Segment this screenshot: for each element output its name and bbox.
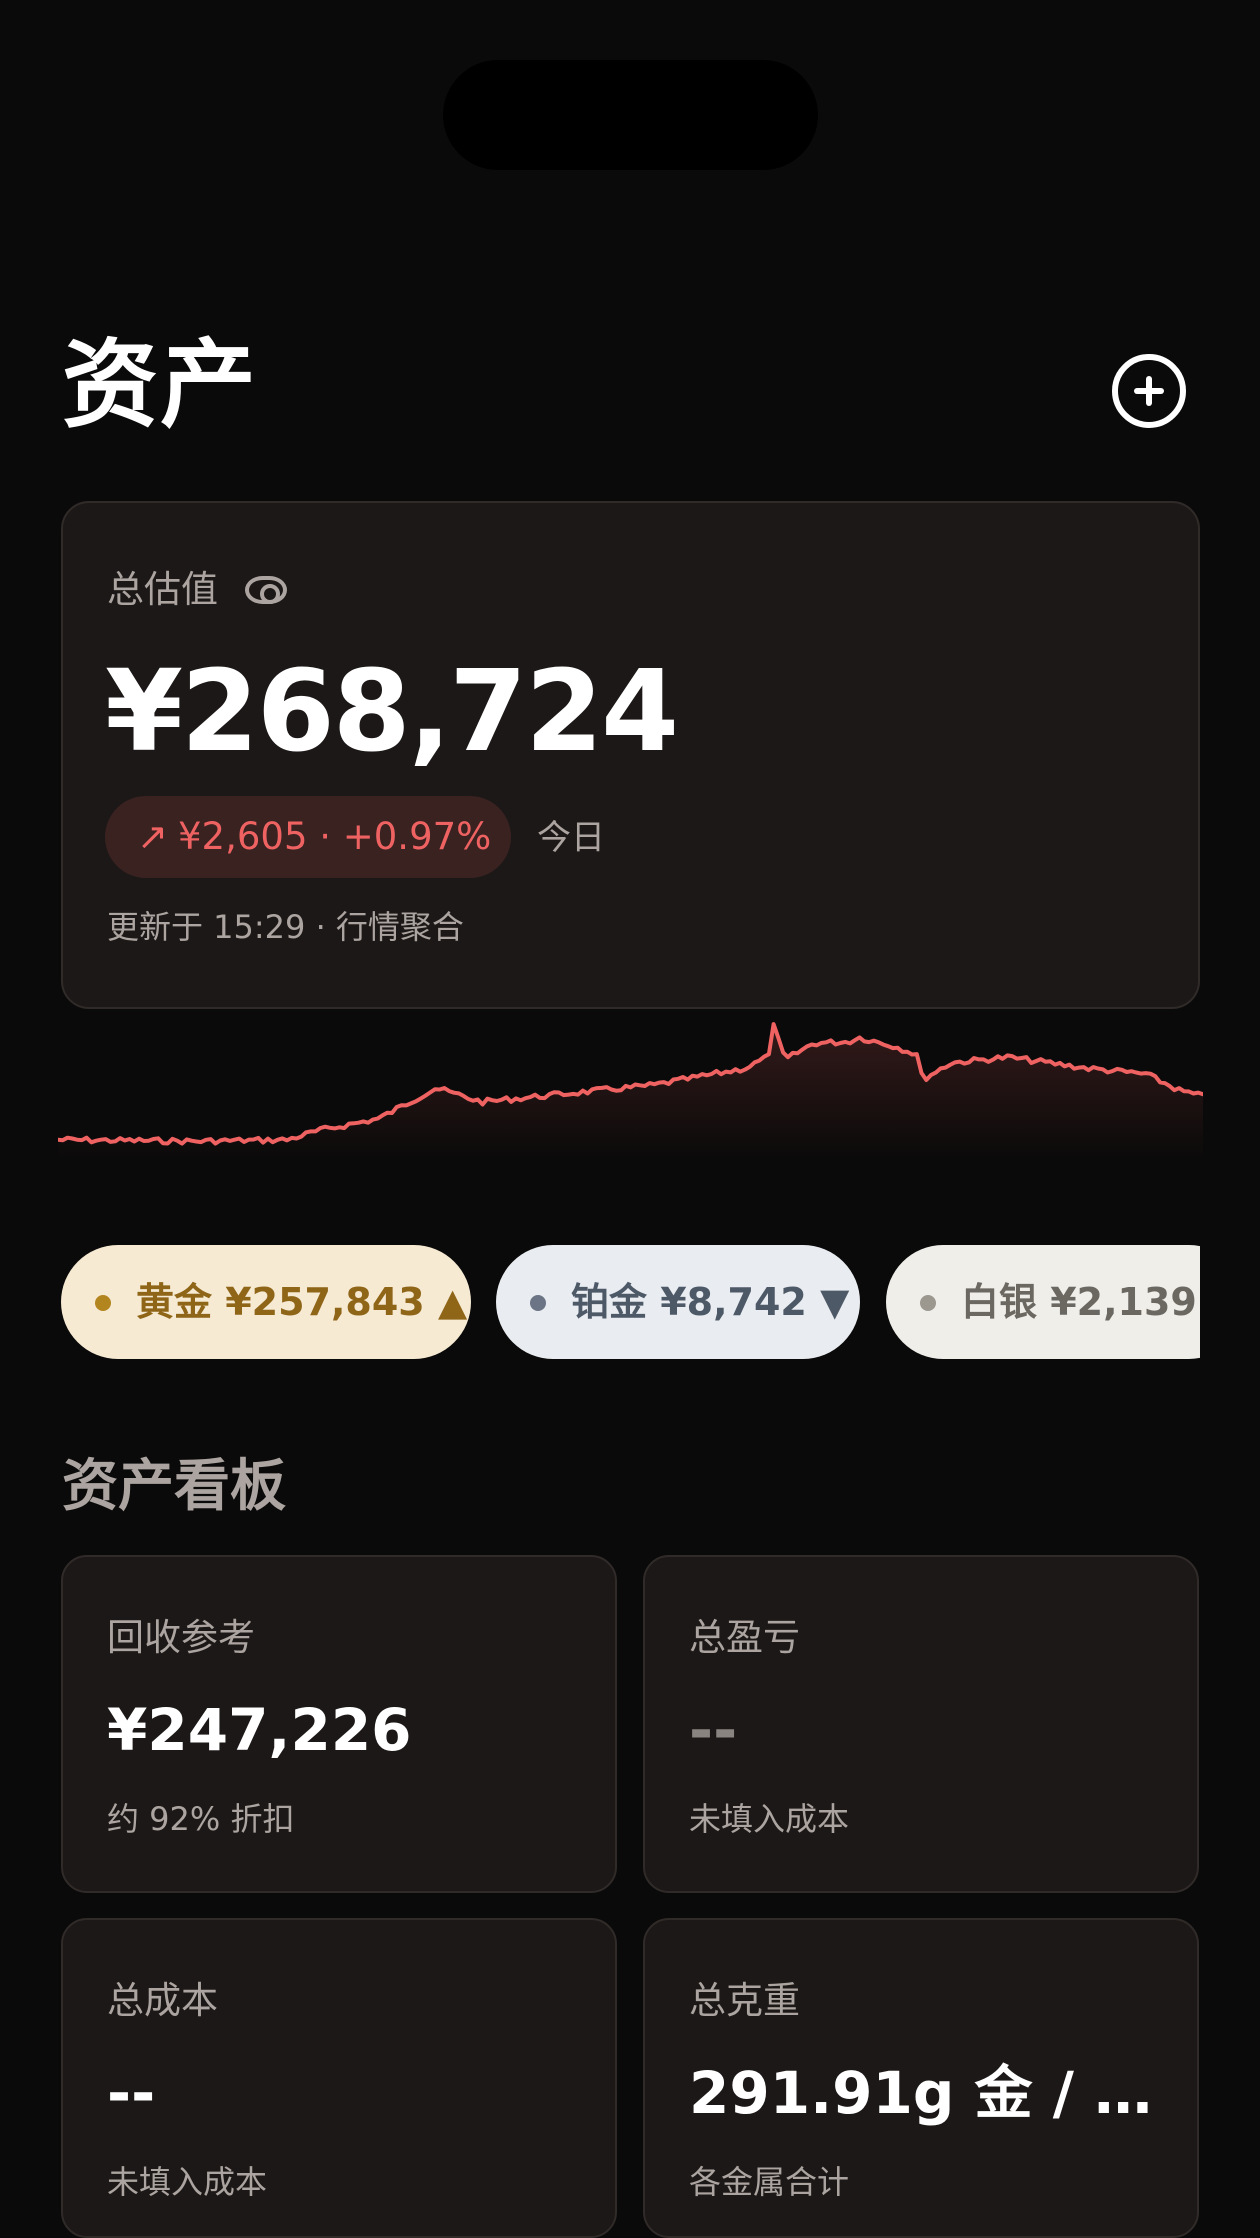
card-value: 291.91g 金 / 25... [689,2059,1169,2127]
total-value-label: 总估值 [107,568,218,611]
gold-dot-icon [95,1295,111,1311]
metal-filter-chips: 黄金 ¥257,843 ▲ 铂金 ¥8,742 ▼ 白银 ¥2,139 ▲ [61,1245,1200,1359]
page-title: 资产 [62,329,258,441]
dynamic-island [443,60,818,170]
board-title: 资产看板 [62,1454,286,1519]
silver-dot-icon [920,1295,936,1311]
card-note: 未填入成本 [107,2163,268,2201]
chip-silver-label: 白银 ¥2,139 ▲ [961,1280,1200,1324]
chip-gold[interactable]: 黄金 ¥257,843 ▲ [61,1245,471,1359]
total-value-card: 总估值 ¥268,724 ↗ ¥2,605 · +0.97% 今日 更新于 15:… [61,501,1200,1009]
chip-platinum-label: 铂金 ¥8,742 ▼ [571,1280,850,1324]
card-value: -- [689,1696,738,1764]
card-label: 总盈亏 [689,1616,800,1659]
card-label: 总成本 [107,1979,218,2022]
chip-platinum[interactable]: 铂金 ¥8,742 ▼ [496,1245,860,1359]
card-note: 各金属合计 [689,2163,850,2201]
card-note: 未填入成本 [689,1800,850,1838]
card-label: 回收参考 [107,1616,255,1659]
daily-change-text: ¥2,605 · +0.97% [178,815,492,858]
total-value: ¥268,724 [105,647,679,777]
card-value: -- [107,2059,156,2127]
trend-up-icon: ↗ [137,815,169,858]
total-cost-card[interactable]: 总成本 -- 未填入成本 [61,1918,617,2238]
sparkline-area [58,1024,1203,1158]
change-period: 今日 [537,818,605,858]
daily-change-badge: ↗ ¥2,605 · +0.97% [105,796,511,878]
total-pnl-card[interactable]: 总盈亏 -- 未填入成本 [643,1555,1199,1893]
total-weight-card[interactable]: 总克重 291.91g 金 / 25... 各金属合计 [643,1918,1199,2238]
add-asset-button[interactable] [1112,354,1186,428]
value-sparkline [58,1022,1203,1158]
eye-icon[interactable] [245,576,287,604]
card-note: 约 92% 折扣 [107,1800,295,1838]
platinum-dot-icon [530,1295,546,1311]
update-time: 更新于 15:29 · 行情聚合 [107,908,464,946]
recycle-reference-card[interactable]: 回收参考 ¥247,226 约 92% 折扣 [61,1555,617,1893]
chip-gold-label: 黄金 ¥257,843 ▲ [136,1280,468,1324]
chip-silver[interactable]: 白银 ¥2,139 ▲ [886,1245,1200,1359]
card-value: ¥247,226 [107,1696,412,1764]
card-label: 总克重 [689,1979,800,2022]
